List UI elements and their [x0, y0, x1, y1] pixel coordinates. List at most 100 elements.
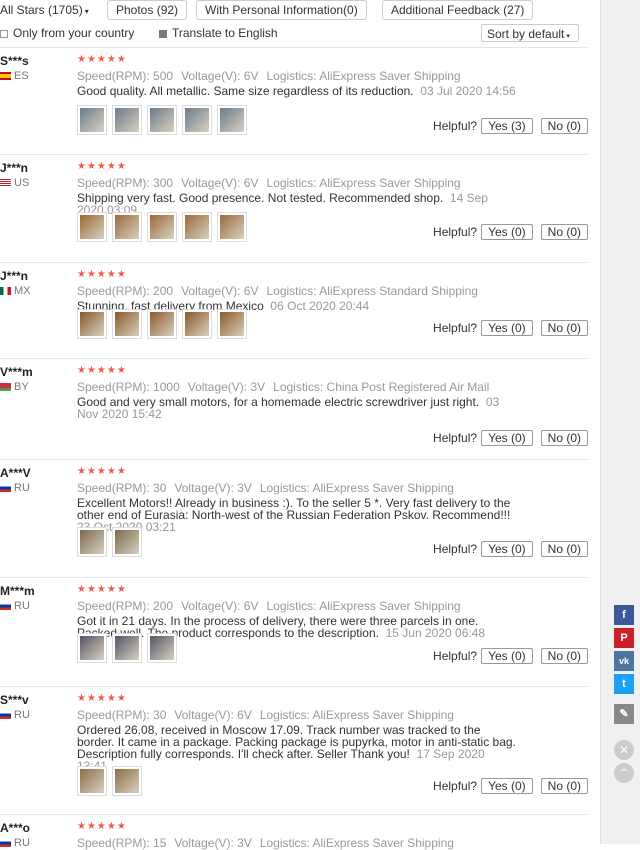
review-content: Excellent Motors!! Already in business :… [77, 496, 511, 522]
review-photo-thumbnail[interactable] [112, 527, 142, 557]
photo-image [150, 312, 174, 336]
flag-icon [0, 383, 11, 392]
review-photo-thumbnail[interactable] [77, 105, 107, 135]
scroll-top-icon[interactable]: ⌃ [614, 763, 634, 783]
photo-image [185, 108, 209, 132]
voltage-value: 6V [237, 708, 252, 722]
helpful-yes-button[interactable]: Yes (0) [481, 320, 533, 336]
review-photo-thumbnail[interactable] [147, 105, 177, 135]
sort-label: Sort by default [487, 27, 565, 41]
flag-icon [0, 72, 11, 81]
review-text: Ordered 26.08, received in Moscow 17.09.… [77, 724, 517, 772]
review-photo-thumbnail[interactable] [112, 212, 142, 242]
review-text: Good and very small motors, for a homema… [77, 396, 517, 420]
logistics-value: AliExpress Saver Shipping [319, 176, 461, 190]
review-photo-thumbnail[interactable] [112, 309, 142, 339]
review-photo-thumbnail[interactable] [77, 527, 107, 557]
review-photo-thumbnail[interactable] [147, 212, 177, 242]
helpful-yes-button[interactable]: Yes (0) [481, 430, 533, 446]
flag-icon [0, 602, 11, 611]
helpful-vote: Helpful? Yes (0) No (0) [433, 224, 588, 240]
helpful-label: Helpful? [433, 431, 478, 445]
translate-label: Translate to English [172, 26, 278, 40]
photo-thumbnails [77, 309, 247, 339]
additional-feedback-filter-button[interactable]: Additional Feedback (27) [382, 0, 534, 20]
voltage-label: Voltage(V): [174, 708, 234, 722]
helpful-no-button[interactable]: No (0) [540, 118, 588, 134]
reviewer-name: V***m [0, 365, 33, 379]
photos-filter-button[interactable]: Photos (92) [107, 0, 188, 20]
pinterest-icon[interactable]: P [614, 628, 634, 648]
review-photo-thumbnail[interactable] [112, 105, 142, 135]
helpful-no-button[interactable]: No (0) [540, 320, 588, 336]
country-code: RU [14, 837, 30, 849]
review-photo-thumbnail[interactable] [77, 633, 107, 663]
sku-attributes: Speed(RPM): 30 Voltage(V): 3V Logistics: A… [77, 481, 517, 495]
review-item: A***V RU ★★★★★ Speed(RPM): 30 Voltage(V): 3V… [0, 459, 588, 578]
logistics-value: AliExpress Saver Shipping [319, 69, 461, 83]
translate-checkbox[interactable]: Translate to English [159, 26, 278, 40]
photo-image [80, 769, 104, 793]
review-photo-thumbnail[interactable] [217, 105, 247, 135]
pencil-icon[interactable]: ✎ [614, 704, 634, 724]
reviewer-country: RU [0, 600, 30, 612]
star-rating: ★★★★★ [77, 161, 127, 172]
country-code: ES [14, 70, 29, 82]
review-content: Good quality. All metallic. Same size re… [77, 84, 414, 98]
review-item: J***n US ★★★★★ Speed(RPM): 300 Voltage(V): 6… [0, 154, 588, 263]
vk-icon[interactable]: vk [614, 651, 634, 671]
review-photo-thumbnail[interactable] [182, 212, 212, 242]
speed-value: 30 [153, 708, 167, 722]
star-filter-dropdown[interactable]: All Stars (1705) ▾ [0, 3, 89, 17]
helpful-yes-button[interactable]: Yes (0) [481, 224, 533, 240]
review-photo-thumbnail[interactable] [217, 309, 247, 339]
checkbox-box [0, 29, 8, 38]
chevron-down-icon: ▾ [566, 33, 570, 40]
helpful-no-button[interactable]: No (0) [540, 430, 588, 446]
helpful-yes-button[interactable]: Yes (0) [481, 778, 533, 794]
close-icon[interactable]: ✕ [614, 740, 634, 760]
review-photo-thumbnail[interactable] [77, 309, 107, 339]
personal-info-filter-button[interactable]: With Personal Information(0) [196, 0, 367, 20]
logistics-label: Logistics: [259, 708, 310, 722]
feedback-toolbar: All Stars (1705) ▾ Photos (92) With Perso… [0, 0, 600, 46]
helpful-no-button[interactable]: No (0) [540, 224, 588, 240]
voltage-value: 6V [243, 176, 259, 190]
sku-attributes: Speed(RPM): 30 Voltage(V): 6V Logistics: A… [77, 708, 517, 722]
review-photo-thumbnail[interactable] [182, 105, 212, 135]
photo-thumbnails [77, 766, 142, 796]
helpful-label: Helpful? [433, 542, 478, 556]
helpful-no-button[interactable]: No (0) [540, 778, 588, 794]
photo-image [115, 108, 139, 132]
helpful-no-button[interactable]: No (0) [540, 648, 588, 664]
speed-value: 500 [153, 69, 174, 83]
only-country-checkbox[interactable]: Only from your country [0, 26, 134, 40]
review-photo-thumbnail[interactable] [112, 766, 142, 796]
review-photo-thumbnail[interactable] [77, 212, 107, 242]
logistics-label: Logistics: [259, 481, 310, 495]
reviewer-name: A***V [0, 466, 31, 480]
chevron-down-icon: ▾ [84, 7, 89, 16]
photo-thumbnails [77, 105, 247, 135]
review-photo-thumbnail[interactable] [147, 309, 177, 339]
review-body: ★★★★★ Speed(RPM): 15 Voltage(V): 3V Logisti… [77, 821, 517, 850]
sort-select[interactable]: Sort by default ▾ [481, 24, 579, 42]
sku-attributes: Speed(RPM): 200 Voltage(V): 6V Logistics: … [77, 284, 517, 298]
review-photo-thumbnail[interactable] [182, 309, 212, 339]
speed-value: 15 [153, 836, 167, 850]
twitter-icon[interactable]: t [614, 674, 634, 694]
facebook-icon[interactable]: f [614, 605, 634, 625]
helpful-yes-button[interactable]: Yes (0) [481, 541, 533, 557]
helpful-no-button[interactable]: No (0) [540, 541, 588, 557]
review-photo-thumbnail[interactable] [217, 212, 247, 242]
review-item: A***o RU ★★★★★ Speed(RPM): 15 Voltage(V): 3V… [0, 814, 588, 850]
review-photo-thumbnail[interactable] [147, 633, 177, 663]
helpful-yes-button[interactable]: Yes (3) [481, 118, 533, 134]
helpful-yes-button[interactable]: Yes (0) [481, 648, 533, 664]
review-photo-thumbnail[interactable] [112, 633, 142, 663]
sku-attributes: Speed(RPM): 500 Voltage(V): 6V Logistics: … [77, 69, 517, 83]
photo-thumbnails [77, 633, 177, 663]
voltage-value: 6V [243, 599, 259, 613]
country-code: MX [14, 285, 31, 297]
review-photo-thumbnail[interactable] [77, 766, 107, 796]
